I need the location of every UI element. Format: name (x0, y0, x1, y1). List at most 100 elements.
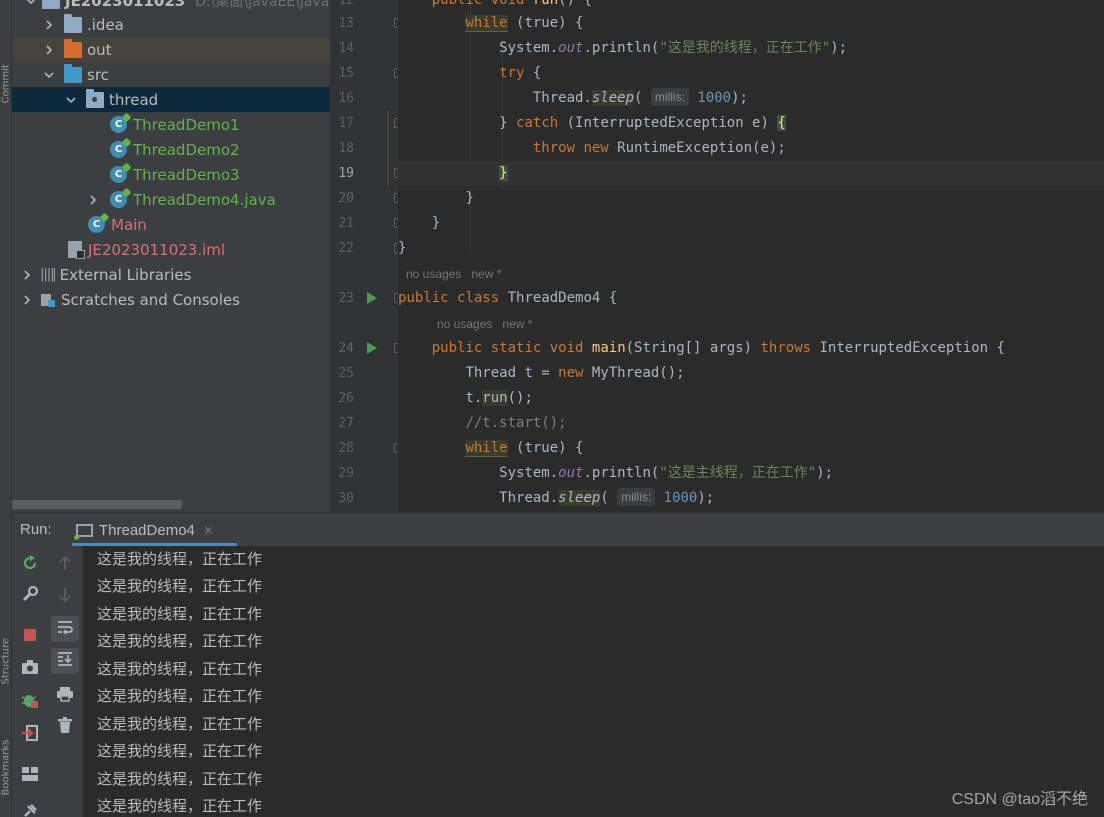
java-class-icon: C (110, 191, 127, 208)
structure-tool-tab[interactable]: Structure (1, 638, 12, 685)
line-number: 27 (338, 416, 354, 431)
bookmarks-tool-tab[interactable]: Bookmarks (1, 740, 12, 796)
code-token: (); (507, 390, 533, 406)
usage-hint[interactable]: no usages (406, 267, 461, 281)
code-line-16: Thread.sleep( millis: 1000); (398, 86, 1104, 111)
console-line: 这是我的线程，正在工作 (97, 660, 263, 678)
exit-button[interactable] (12, 722, 47, 748)
code-token: } (431, 215, 441, 231)
tree-item-label: Scratches and Consoles (61, 290, 240, 309)
line-number: 21 (338, 216, 354, 231)
chevron-down-icon[interactable] (42, 68, 56, 82)
chevron-right-icon[interactable] (42, 18, 56, 32)
code-token: ); (697, 490, 715, 506)
code-token: (true) { (507, 440, 584, 456)
code-line-26: t.run(); (398, 386, 1104, 411)
console-output[interactable]: 这是我的线程，正在工作 这是我的线程，正在工作 这是我的线程，正在工作 这是我的… (83, 546, 1104, 817)
tree-item-external-libraries[interactable]: |||‖ External Libraries (12, 262, 330, 287)
console-line: 这是我的线程，正在工作 (97, 742, 263, 760)
code-line-20: } (398, 186, 1104, 211)
tree-horizontal-scrollbar[interactable] (12, 500, 182, 509)
tree-item-thread[interactable]: thread (12, 87, 330, 112)
line-number: 16 (338, 91, 354, 106)
settings-button[interactable] (12, 583, 47, 609)
run-tab-threaddemo4[interactable]: ThreadDemo4 × (72, 513, 250, 547)
tree-item-threaddemo3[interactable]: C ThreadDemo3 (12, 162, 330, 187)
soft-wrap-toggle[interactable] (51, 616, 79, 642)
layout-button[interactable] (12, 763, 47, 789)
stop-icon (23, 627, 37, 647)
rerun-button[interactable] (12, 552, 47, 578)
project-tree: JE2023011023 D:\桌面\javaEE\javaEE .idea o… (12, 0, 330, 512)
tree-item-idea[interactable]: .idea (12, 12, 330, 37)
chevron-right-icon[interactable] (42, 43, 56, 57)
chevron-down-icon[interactable] (64, 93, 78, 107)
author-hint[interactable]: new * (471, 267, 501, 281)
dump-threads-button[interactable] (12, 656, 47, 682)
tree-item-threaddemo1[interactable]: C ThreadDemo1 (12, 112, 330, 137)
run-panel-header: Run: ThreadDemo4 × (12, 512, 1104, 546)
vcs-change-marker (387, 111, 389, 186)
code-token: (true) { (507, 15, 584, 31)
tree-item-threaddemo4[interactable]: C ThreadDemo4.java (12, 187, 330, 212)
tree-item-threaddemo2[interactable]: C ThreadDemo2 (12, 137, 330, 162)
code-editor[interactable]: public void run() { while (true) { Syste… (398, 0, 1104, 512)
close-icon[interactable]: × (204, 522, 213, 539)
console-line: 这是我的线程，正在工作 (97, 605, 263, 623)
tree-item-main[interactable]: C Main (12, 212, 330, 237)
pin-button[interactable] (12, 800, 47, 817)
run-gutter-icon[interactable] (367, 342, 377, 354)
code-token-method: sleep (558, 490, 601, 506)
line-number: 20 (338, 191, 354, 206)
editor-gutter: 12 13 14 15 16 17 18 19 20 21 22 23 24 2… (330, 0, 404, 512)
code-token-method: run (482, 390, 508, 406)
code-line-24: public static void main(String[] args) t… (398, 336, 1104, 361)
code-line-22: } (398, 236, 1104, 261)
stop-button[interactable] (12, 624, 47, 650)
code-vision-hint[interactable]: no usages new * (406, 262, 501, 287)
code-token: ThreadDemo4 { (499, 290, 618, 306)
scroll-up-button[interactable] (51, 552, 79, 578)
code-token-method: main (591, 340, 626, 356)
chevron-right-icon[interactable] (86, 193, 100, 207)
tree-item-label: Main (111, 215, 147, 234)
code-token-keyword: new (583, 140, 609, 156)
code-vision-hint[interactable]: no usages new * (437, 312, 532, 337)
chevron-right-icon[interactable] (20, 293, 34, 307)
tree-item-label: ThreadDemo4.java (133, 190, 276, 209)
exit-icon (21, 724, 39, 747)
clear-all-button[interactable] (51, 714, 79, 740)
author-hint[interactable]: new * (502, 317, 532, 331)
debug-button[interactable] (12, 689, 47, 715)
code-token: ); (816, 465, 834, 481)
code-token-keyword: catch (516, 115, 559, 131)
parameter-hint: millis: (617, 488, 656, 506)
arrow-down-icon (58, 587, 72, 607)
commit-tool-tab[interactable]: Commit (1, 64, 12, 103)
usage-hint[interactable]: no usages (437, 317, 492, 331)
tree-item-scratches[interactable]: Scratches and Consoles (12, 287, 330, 312)
arrow-up-icon (58, 555, 72, 575)
tree-item-path: D:\桌面\javaEE\javaEE (195, 0, 330, 10)
chevron-right-icon[interactable] (20, 268, 34, 282)
tree-item-out[interactable]: out (12, 37, 330, 62)
code-line-14: System.out.println("这是我的线程，正在工作"); (398, 36, 1104, 61)
scroll-down-button[interactable] (51, 584, 79, 610)
code-line-30: Thread.sleep( millis: 1000); (398, 486, 1104, 511)
console-line: 这是我的线程，正在工作 (97, 687, 263, 705)
source-folder-icon (64, 63, 82, 83)
tree-item-label: JE2023011023.iml (88, 240, 226, 259)
run-gutter-icon[interactable] (367, 292, 377, 304)
tree-item-src[interactable]: src (12, 62, 330, 87)
code-token-field: out (558, 465, 584, 481)
code-line-27: //t.start(); (398, 411, 1104, 436)
tree-item-iml[interactable]: JE2023011023.iml (12, 237, 330, 262)
code-token: .println( (583, 40, 660, 56)
java-class-icon: C (110, 166, 127, 183)
line-number: 26 (338, 391, 354, 406)
code-token: MyThread(); (583, 365, 685, 381)
scroll-to-end-toggle[interactable] (51, 648, 79, 674)
code-line-25: Thread t = new MyThread(); (398, 361, 1104, 386)
chevron-down-icon[interactable] (24, 0, 38, 8)
print-button[interactable] (51, 683, 79, 709)
